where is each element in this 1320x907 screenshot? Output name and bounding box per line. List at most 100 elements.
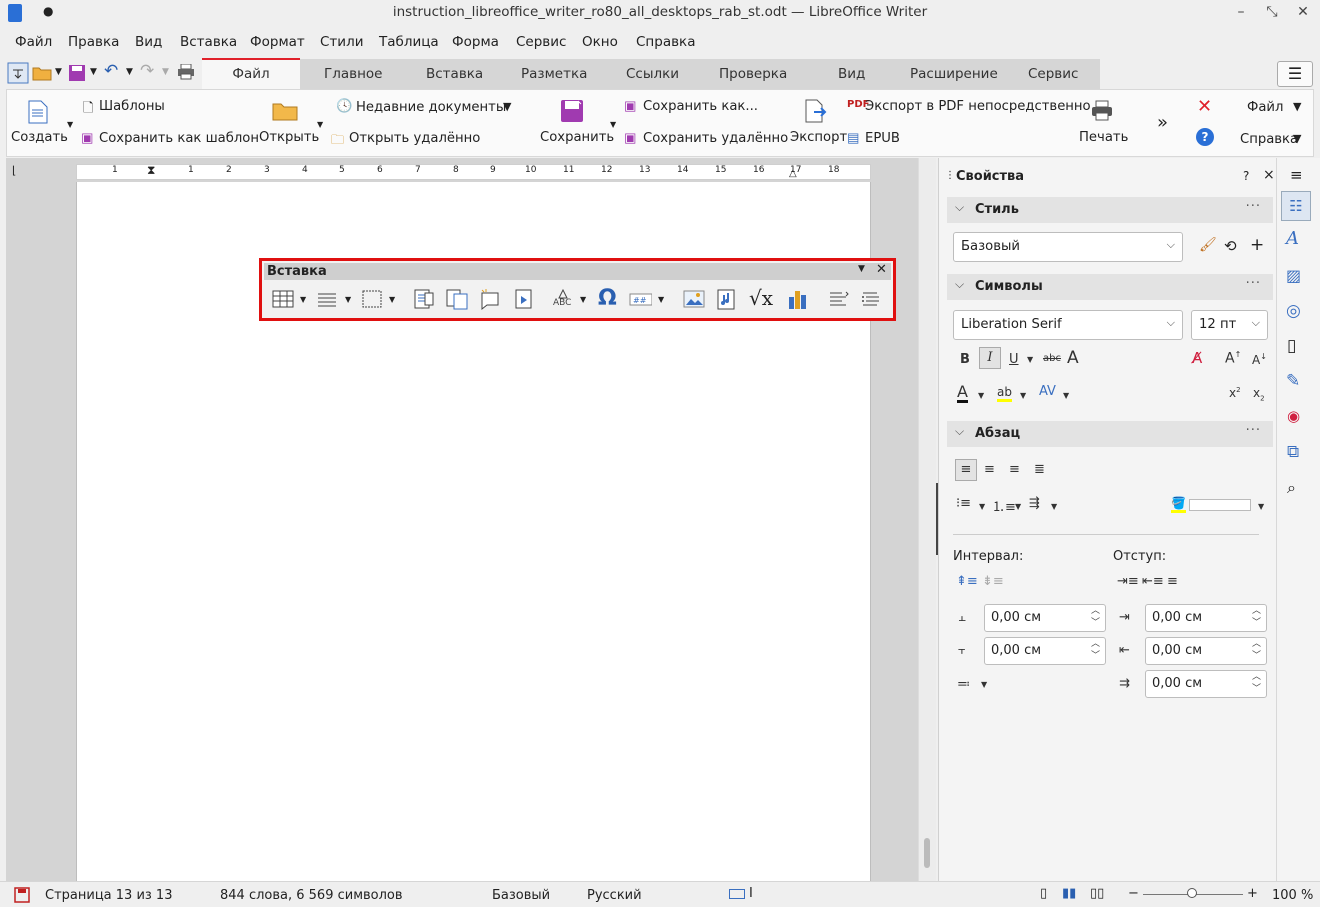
clear-formatting-icon[interactable]: A̸ (1192, 349, 1202, 367)
floating-toolbar-header[interactable]: Вставка ▼ ✕ (264, 262, 891, 280)
save-icon[interactable] (68, 64, 86, 82)
restore-icon[interactable]: ⤡ (1262, 3, 1282, 23)
word-count[interactable]: 844 слова, 6 569 символов (220, 888, 403, 903)
gallery-tab-icon[interactable]: ▨ (1286, 266, 1301, 285)
chevron-down-icon[interactable]: ▼ (979, 502, 985, 511)
create-button[interactable]: Создать (11, 130, 68, 145)
menu-window[interactable]: Окно (582, 34, 618, 50)
font-color-icon[interactable]: A (957, 384, 968, 403)
align-right-icon[interactable]: ≡ (1009, 462, 1020, 477)
zoom-out-icon[interactable]: − (1128, 886, 1139, 901)
open-icon[interactable] (272, 101, 298, 121)
spin-updown-icon[interactable]: ︿ ﹀ (1252, 671, 1261, 695)
decrease-spacing-icon[interactable]: ⇟≡ (982, 574, 1004, 589)
save-big-icon[interactable] (560, 99, 584, 123)
design-tab-icon[interactable]: ⧉ (1287, 442, 1299, 462)
superscript-icon[interactable]: x2 (1229, 386, 1241, 400)
language[interactable]: Русский (587, 888, 642, 903)
vertical-scrollbar[interactable] (918, 158, 936, 881)
chevron-down-icon[interactable]: ▼ (1020, 391, 1026, 400)
document-modified-icon[interactable] (14, 887, 30, 903)
highlight-color-icon[interactable]: ab (997, 385, 1012, 402)
character-spacing-icon[interactable]: AV (1039, 384, 1056, 399)
first-line-indent-icon[interactable]: ⇉ (1119, 676, 1130, 691)
open-folder-icon[interactable] (32, 64, 52, 82)
menu-view[interactable]: Вид (135, 34, 162, 50)
indent-after-icon[interactable]: ⇤ (1119, 643, 1130, 658)
hanging-indent-icon[interactable]: ≡ (1167, 574, 1178, 589)
refresh-style-icon[interactable]: ⟲ (1224, 237, 1237, 255)
print-big-icon[interactable] (1091, 100, 1113, 122)
chevron-down-icon[interactable]: ▼ (1293, 132, 1301, 145)
bold-button[interactable]: B (960, 352, 970, 367)
chevron-down-icon[interactable]: ⌵ (955, 277, 964, 292)
increase-font-icon[interactable]: A↑ (1225, 350, 1241, 367)
first-line-indent-spin[interactable]: 0,00 см ︿ ﹀ (1145, 670, 1267, 698)
insert-cross-reference-icon[interactable] (445, 287, 469, 311)
font-name-select[interactable]: Liberation Serif ⌵ (953, 310, 1183, 340)
insert-image-icon[interactable] (682, 287, 706, 311)
chevron-down-icon[interactable]: ⌵ (955, 424, 964, 439)
insert-audio-video-icon[interactable] (714, 287, 738, 311)
characters-section-header[interactable]: ⌵ Символы ··· (947, 274, 1273, 300)
selection-mode-icon[interactable] (729, 889, 745, 899)
insert-line-icon[interactable] (315, 287, 339, 311)
open-button[interactable]: Открыть (259, 130, 319, 145)
align-justify-icon[interactable]: ≣ (1034, 462, 1045, 477)
print-button[interactable]: Печать (1079, 130, 1128, 145)
insert-frame-icon[interactable] (360, 287, 384, 311)
insert-index-icon[interactable] (859, 287, 883, 311)
background-color-swatch[interactable] (1189, 499, 1251, 511)
close-window-icon[interactable]: ✕ (1293, 3, 1313, 23)
page-count[interactable]: Страница 13 из 13 (45, 888, 172, 903)
above-spacing-icon[interactable]: ⫠ (958, 610, 966, 625)
styles-tab-icon[interactable]: A (1286, 228, 1299, 249)
italic-button[interactable]: I (979, 347, 1001, 369)
horizontal-ruler[interactable]: 1 ⧗ 1 2 3 4 5 6 7 8 9 10 11 12 13 14 15 … (76, 163, 871, 180)
save-as-template-button[interactable]: Сохранить как шаблон (99, 131, 259, 146)
tab-tools[interactable]: Сервис (1028, 66, 1078, 82)
toolbar-menu-chevron-icon[interactable]: ▼ (858, 264, 865, 274)
align-left-icon[interactable]: ≡ (955, 459, 977, 481)
indent-before-icon[interactable]: ⇥ (1119, 610, 1130, 625)
hamburger-menu-button[interactable]: ☰ (1277, 61, 1313, 87)
zoom-level[interactable]: 100 % (1272, 888, 1313, 903)
spin-updown-icon[interactable]: ︿ ﹀ (1091, 638, 1100, 662)
chevron-down-icon[interactable]: ▼ (978, 391, 984, 400)
print-icon[interactable] (177, 64, 195, 80)
export-pdf-button[interactable]: Экспорт в PDF непосредственно (865, 99, 1091, 114)
chevron-down-icon[interactable]: ▼ (1063, 391, 1069, 400)
menu-tools[interactable]: Сервис (516, 34, 566, 50)
strikethrough-button[interactable]: abc (1043, 353, 1061, 364)
chevron-down-icon[interactable]: ⌵ (955, 200, 964, 215)
toolbar-close-icon[interactable]: ✕ (876, 262, 887, 277)
find-tab-icon[interactable]: ⌕ (1287, 478, 1296, 498)
style-inspector-tab-icon[interactable]: ✎ (1286, 371, 1300, 391)
spin-updown-icon[interactable]: ︿ ﹀ (1252, 605, 1261, 629)
chevron-down-icon[interactable]: ▼ (1015, 502, 1021, 511)
chevron-down-icon[interactable]: ▼ (55, 67, 62, 77)
more-options-icon[interactable]: ··· (1246, 423, 1261, 438)
scrollbar-thumb[interactable] (924, 838, 930, 868)
indent-after-spin[interactable]: 0,00 см ︿ ﹀ (1145, 637, 1267, 665)
minimize-icon[interactable]: – (1231, 3, 1251, 23)
manage-changes-tab-icon[interactable]: ◉ (1287, 407, 1300, 425)
font-size-select[interactable]: 12 пт ⌵ (1191, 310, 1268, 340)
tab-file[interactable]: Файл (202, 58, 300, 89)
chevron-down-icon[interactable]: ▼ (503, 100, 511, 113)
below-spacing-spin[interactable]: 0,00 см ︿ ﹀ (984, 637, 1106, 665)
recent-documents-button[interactable]: Недавние документы (356, 100, 506, 115)
quick-menu-icon[interactable] (7, 62, 29, 84)
insert-comment-icon[interactable] (478, 287, 502, 311)
chevron-down-icon[interactable]: ▼ (1051, 502, 1057, 511)
chevron-down-icon[interactable]: ▼ (658, 295, 664, 304)
menu-table[interactable]: Таблица (379, 34, 439, 50)
menu-insert[interactable]: Вставка (180, 34, 237, 50)
omega-special-character-icon[interactable]: Ω (598, 286, 617, 311)
menu-help[interactable]: Справка (636, 34, 695, 50)
undo-icon[interactable]: ↶ (104, 61, 118, 81)
underline-button[interactable]: U (1009, 352, 1019, 367)
spin-updown-icon[interactable]: ︿ ﹀ (1091, 605, 1100, 629)
chevron-down-icon[interactable]: ▼ (1027, 355, 1033, 364)
save-as-button[interactable]: Сохранить как... (643, 99, 758, 114)
